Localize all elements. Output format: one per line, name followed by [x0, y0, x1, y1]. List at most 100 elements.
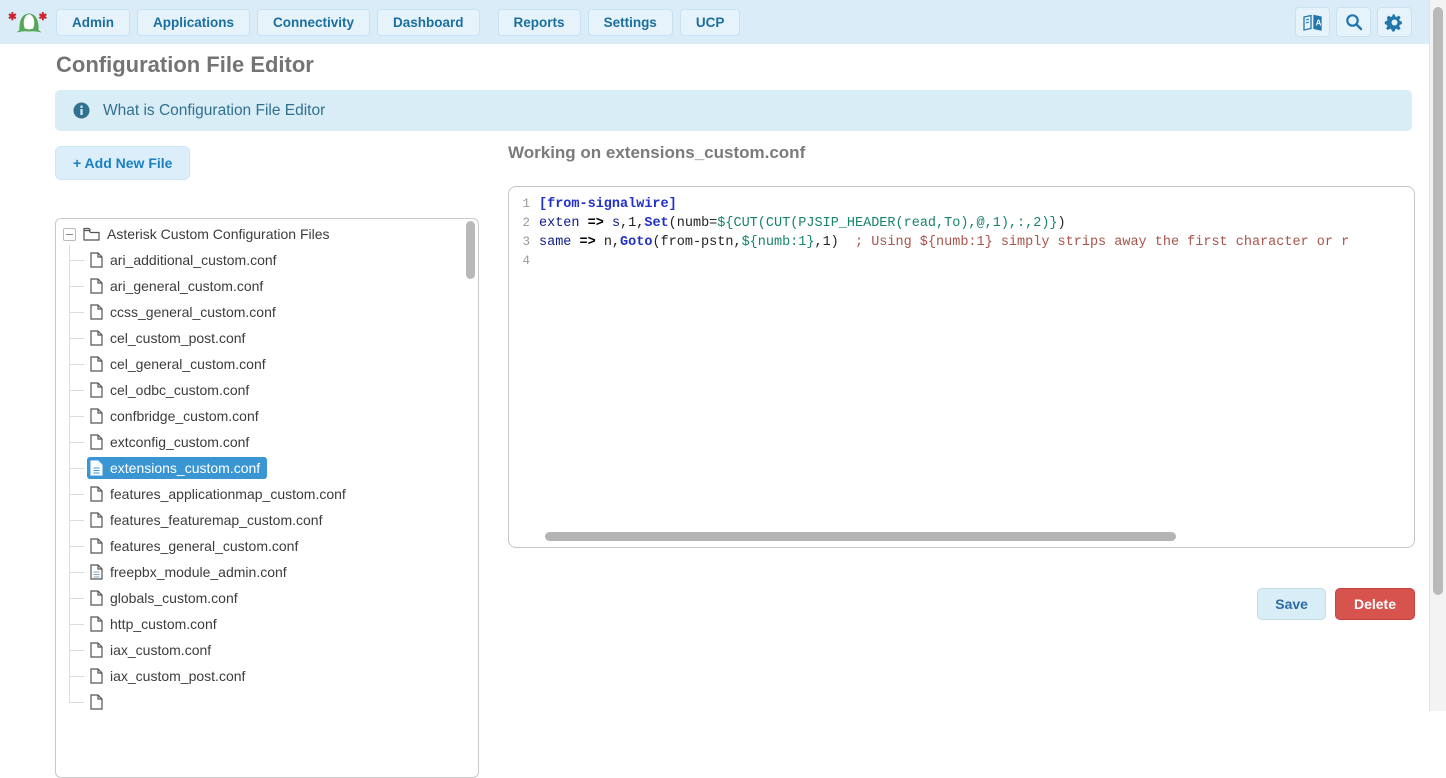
tree-item-label: http_custom.conf — [110, 616, 217, 632]
tree-item-confbridge_custom-conf[interactable]: confbridge_custom.conf — [56, 403, 478, 429]
tree-item-chip[interactable]: features_featuremap_custom.conf — [87, 509, 329, 531]
line-number: 2 — [515, 214, 530, 233]
file-icon — [90, 538, 103, 554]
tree-item-iax_custom_post-conf[interactable]: iax_custom_post.conf — [56, 663, 478, 689]
freepbx-frog-logo[interactable]: ✱ ✱ — [8, 6, 50, 38]
search-icon[interactable] — [1336, 7, 1371, 37]
tree-item-label: features_featuremap_custom.conf — [110, 512, 322, 528]
tree-item-features_applicationmap_custom-conf[interactable]: features_applicationmap_custom.conf — [56, 481, 478, 507]
svg-text:✱: ✱ — [39, 11, 48, 23]
code-editor[interactable]: 1234 [from-signalwire]exten => s,1,Set(n… — [508, 186, 1415, 548]
tree-item-iax_custom-conf[interactable]: iax_custom.conf — [56, 637, 478, 663]
info-alert[interactable]: What is Configuration File Editor — [55, 90, 1412, 131]
tree-item-extensions_custom-conf[interactable]: extensions_custom.conf — [56, 455, 478, 481]
code-area[interactable]: 1234 [from-signalwire]exten => s,1,Set(n… — [509, 187, 1414, 271]
line-number-gutter: 1234 — [515, 195, 539, 271]
file-icon — [90, 278, 103, 294]
line-number: 3 — [515, 233, 530, 252]
tree-root-label: Asterisk Custom Configuration Files — [107, 226, 330, 242]
add-new-file-button[interactable]: + Add New File — [55, 146, 190, 180]
tree-item-chip[interactable]: ccss_general_custom.conf — [87, 301, 283, 323]
tree-item-chip[interactable]: extensions_custom.conf — [87, 457, 267, 479]
tree-item-chip[interactable]: extconfig_custom.conf — [87, 431, 256, 453]
nav-item-reports[interactable]: Reports — [498, 9, 581, 36]
info-alert-text: What is Configuration File Editor — [103, 102, 325, 120]
tree-item-chip[interactable]: ari_additional_custom.conf — [87, 249, 284, 271]
file-text-icon — [90, 460, 103, 476]
tree-item-features_general_custom-conf[interactable]: features_general_custom.conf — [56, 533, 478, 559]
tree-item-chip[interactable]: iax_custom_post.conf — [87, 665, 252, 687]
tree-root-node[interactable]: Asterisk Custom Configuration Files — [56, 221, 478, 247]
working-on-heading: Working on extensions_custom.conf — [508, 143, 805, 163]
collapse-expander-icon[interactable] — [63, 228, 76, 241]
tree-item-partial[interactable] — [56, 689, 478, 715]
gear-icon[interactable] — [1377, 7, 1412, 37]
tree-item-label: iax_custom_post.conf — [110, 668, 245, 684]
tree-item-chip[interactable]: cel_custom_post.conf — [87, 327, 252, 349]
file-icon — [90, 668, 103, 684]
tree-item-extconfig_custom-conf[interactable]: extconfig_custom.conf — [56, 429, 478, 455]
tree-item-chip[interactable]: globals_custom.conf — [87, 587, 245, 609]
tree-item-cel_general_custom-conf[interactable]: cel_general_custom.conf — [56, 351, 478, 377]
editor-hscrollbar-thumb[interactable] — [545, 532, 1176, 541]
nav-item-admin[interactable]: Admin — [56, 9, 130, 36]
nav-item-settings[interactable]: Settings — [588, 9, 673, 36]
tree-item-globals_custom-conf[interactable]: globals_custom.conf — [56, 585, 478, 611]
line-number: 1 — [515, 195, 530, 214]
tree-item-features_featuremap_custom-conf[interactable]: features_featuremap_custom.conf — [56, 507, 478, 533]
tree-item-chip[interactable]: freepbx_module_admin.conf — [87, 561, 294, 583]
tree-item-label: cel_custom_post.conf — [110, 330, 245, 346]
svg-text:A: A — [1316, 18, 1322, 27]
tree-item-label: features_general_custom.conf — [110, 538, 298, 554]
top-navbar: ✱ ✱ Admin Applications Connectivity Dashboa… — [0, 0, 1446, 44]
tree-item-chip[interactable]: features_general_custom.conf — [87, 535, 305, 557]
tree-item-chip[interactable]: confbridge_custom.conf — [87, 405, 266, 427]
nav-item-applications[interactable]: Applications — [137, 9, 250, 36]
code-line: [from-signalwire] — [539, 195, 1410, 214]
tree-item-label: ari_general_custom.conf — [110, 278, 263, 294]
file-icon — [90, 694, 103, 710]
tree-item-chip[interactable]: cel_odbc_custom.conf — [87, 379, 256, 401]
tree-item-cel_odbc_custom-conf[interactable]: cel_odbc_custom.conf — [56, 377, 478, 403]
delete-button[interactable]: Delete — [1335, 588, 1415, 620]
tree-item-chip[interactable] — [87, 691, 117, 713]
file-icon — [90, 408, 103, 424]
save-button[interactable]: Save — [1257, 588, 1326, 620]
file-icon — [90, 642, 103, 658]
tree-item-cel_custom_post-conf[interactable]: cel_custom_post.conf — [56, 325, 478, 351]
tree-item-chip[interactable]: features_applicationmap_custom.conf — [87, 483, 353, 505]
tree-item-chip[interactable]: cel_general_custom.conf — [87, 353, 273, 375]
tree-item-label: cel_general_custom.conf — [110, 356, 266, 372]
code-content[interactable]: [from-signalwire]exten => s,1,Set(numb=$… — [539, 195, 1410, 271]
tree-item-label: features_applicationmap_custom.conf — [110, 486, 346, 502]
tree-item-label: ccss_general_custom.conf — [110, 304, 276, 320]
tree-item-label: extconfig_custom.conf — [110, 434, 249, 450]
tree-item-chip[interactable]: iax_custom.conf — [87, 639, 218, 661]
tree-item-label: freepbx_module_admin.conf — [110, 564, 287, 580]
editor-horizontal-scrollbar[interactable] — [545, 532, 1398, 541]
tree-item-freepbx_module_admin-conf[interactable]: freepbx_module_admin.conf — [56, 559, 478, 585]
page-vertical-scrollbar[interactable] — [1429, 0, 1446, 711]
page-scrollbar-thumb[interactable] — [1433, 7, 1443, 595]
file-icon — [90, 512, 103, 528]
info-icon — [73, 102, 90, 119]
tree-item-chip[interactable]: http_custom.conf — [87, 613, 224, 635]
nav-item-dashboard[interactable]: Dashboard — [377, 9, 480, 36]
tree-vertical-scrollbar[interactable] — [466, 221, 475, 775]
file-icon — [90, 330, 103, 346]
tree-item-ari_additional_custom-conf[interactable]: ari_additional_custom.conf — [56, 247, 478, 273]
nav-item-connectivity[interactable]: Connectivity — [257, 9, 370, 36]
nav-item-ucp[interactable]: UCP — [680, 9, 741, 36]
tree-item-label: extensions_custom.conf — [110, 460, 260, 476]
language-icon[interactable]: A — [1295, 7, 1330, 37]
file-tree-panel: Asterisk Custom Configuration Files ari_a… — [55, 218, 479, 778]
tree-item-ccss_general_custom-conf[interactable]: ccss_general_custom.conf — [56, 299, 478, 325]
tree-item-label: iax_custom.conf — [110, 642, 211, 658]
tree-item-ari_general_custom-conf[interactable]: ari_general_custom.conf — [56, 273, 478, 299]
tree-item-label: cel_odbc_custom.conf — [110, 382, 249, 398]
file-tree: Asterisk Custom Configuration Files ari_a… — [56, 219, 478, 715]
tree-item-http_custom-conf[interactable]: http_custom.conf — [56, 611, 478, 637]
tree-item-chip[interactable]: ari_general_custom.conf — [87, 275, 270, 297]
file-icon — [90, 356, 103, 372]
code-line: exten => s,1,Set(numb=${CUT(CUT(PJSIP_HE… — [539, 214, 1410, 233]
